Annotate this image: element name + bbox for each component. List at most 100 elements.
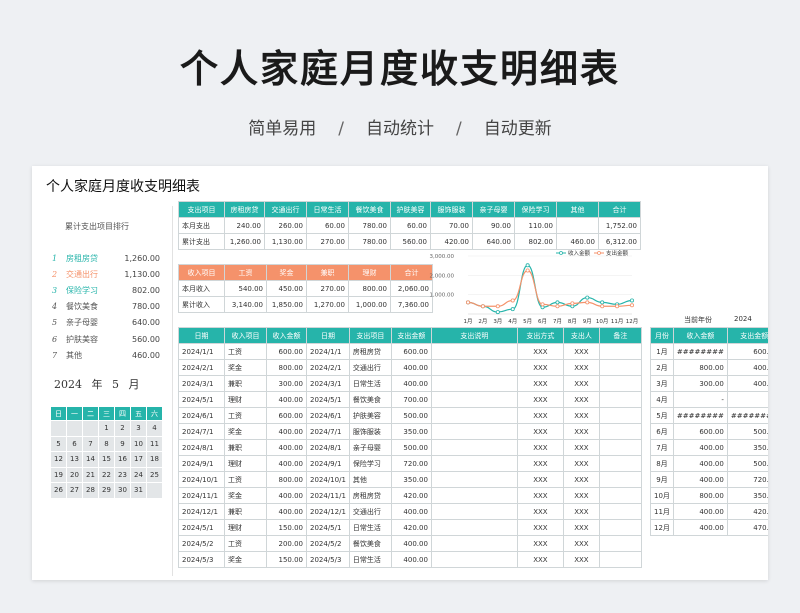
table-row: 2024/12/1 兼职 400.00 2024/12/1 交通出行 400.00 XXX X…: [178, 503, 642, 520]
column-header: 收入金额: [266, 327, 307, 344]
table-cell: 500.00: [390, 439, 432, 456]
table-cell: 2024/11/1: [178, 487, 225, 504]
calendar-weekday: 二: [82, 406, 99, 421]
ranking-number: 4: [52, 302, 58, 312]
table-cell: XXX: [562, 471, 600, 488]
table-cell: 400.00: [266, 455, 307, 472]
table-cell: 70.00: [430, 217, 473, 234]
table-cell: 500.00: [390, 407, 432, 424]
table-cell: 2024/5/2: [178, 535, 225, 552]
table-cell: 400.00: [266, 423, 307, 440]
table-cell: 600.00: [266, 343, 307, 360]
calendar-day: 15: [98, 451, 115, 468]
calendar-month-unit: 月: [128, 378, 140, 391]
ranking-label: 交通出行: [66, 269, 98, 279]
table-header-row: 收入项目 工资 奖金 兼职 理财 合计: [178, 264, 433, 281]
table-cell: [430, 519, 518, 536]
data-point: [629, 298, 634, 303]
table-cell: 2024/12/1: [306, 503, 350, 520]
table-cell: XXX: [516, 519, 564, 536]
series-line-expense: [467, 269, 633, 307]
calendar-day: 25: [146, 466, 163, 483]
calendar-weekday-row: 日一二三四五六: [50, 406, 163, 421]
table-row: 3月300.00400.00: [650, 375, 768, 392]
ranking-row: 3 保险学习 802.00: [52, 282, 160, 298]
table-cell: ########: [726, 407, 768, 424]
table-cell: XXX: [516, 375, 564, 392]
table-cell: 270.00: [306, 280, 349, 297]
column-header: 支出金额: [726, 327, 768, 344]
table-cell: 400.00: [726, 359, 768, 376]
table-cell: [598, 471, 642, 488]
table-cell: XXX: [516, 455, 564, 472]
table-cell: 2024/2/1: [306, 359, 350, 376]
table-cell: [598, 375, 642, 392]
column-header: 收入项目: [224, 327, 267, 344]
table-row: 2024/6/1 工资 600.00 2024/6/1 护肤美容 500.00 XXX XXX: [178, 407, 642, 424]
data-point: [540, 302, 545, 307]
column-header: 亲子母婴: [472, 201, 515, 218]
data-point: [525, 263, 530, 268]
table-cell: 110.00: [514, 217, 557, 234]
calendar-day: 27: [66, 482, 83, 499]
calendar-day: 12: [50, 451, 67, 468]
table-cell: XXX: [516, 423, 564, 440]
table-row: 8月400.00500.00: [650, 455, 768, 472]
table-cell: XXX: [562, 551, 600, 568]
table-cell: 540.00: [224, 280, 267, 297]
table-cell: 1月: [650, 343, 674, 360]
table-cell: 兼职: [224, 375, 267, 392]
table-cell: [430, 439, 518, 456]
table-row: 2024/5/1 理财 400.00 2024/5/1 餐饮美食 700.00 XXX XXX: [178, 391, 642, 408]
calendar-day: 29: [98, 482, 115, 499]
calendar-day: 23: [114, 466, 131, 483]
table-cell: 日常生活: [348, 375, 392, 392]
monthly-summary-table: 月份收入金额支出金额1月########600.002月800.00400.00…: [650, 327, 768, 536]
table-cell: 交通出行: [348, 359, 392, 376]
table-cell: 800.00: [266, 471, 307, 488]
table-cell: 60.00: [390, 217, 431, 234]
ranking-number: 1: [52, 253, 58, 263]
calendar-day: 21: [82, 466, 99, 483]
table-cell: 10月: [650, 487, 674, 504]
table-cell: 270.00: [306, 233, 349, 250]
ranking-row: 7 其他 460.00: [52, 347, 160, 363]
table-cell: -: [726, 391, 768, 408]
data-point: [510, 307, 515, 312]
table-row: 5月################: [650, 407, 768, 424]
table-cell: [430, 455, 518, 472]
x-tick-label: 5月: [523, 318, 532, 325]
table-cell: 护肤美容: [348, 407, 392, 424]
legend-label: 收入金额: [568, 249, 591, 257]
table-cell: 8月: [650, 455, 674, 472]
hero-tags: 简单易用 / 自动统计 / 自动更新: [0, 114, 800, 139]
x-tick-label: 12月: [626, 318, 638, 325]
table-row: 2024/5/2 工资 200.00 2024/5/2 餐饮美食 400.00 XXX XXX: [178, 535, 642, 552]
calendar-day: 14: [82, 451, 99, 468]
y-tick-label: 2,000.00: [430, 273, 455, 279]
current-year-value: 2024: [734, 315, 752, 323]
table-cell: XXX: [516, 535, 564, 552]
table-row: 11月400.00420.00: [650, 503, 768, 520]
table-cell: XXX: [562, 503, 600, 520]
table-cell: 720.00: [390, 455, 432, 472]
table-cell: [430, 407, 518, 424]
table-cell: 4月: [650, 391, 674, 408]
table-cell: 400.00: [390, 535, 432, 552]
data-point: [629, 303, 634, 308]
x-tick-label: 8月: [568, 318, 577, 325]
calendar-day: [50, 420, 67, 437]
ranking-row: 1 房租房贷 1,260.00: [52, 250, 160, 266]
column-header: 支出项目: [178, 201, 225, 218]
panel-divider: [172, 206, 173, 576]
table-cell: 2024/8/1: [306, 439, 350, 456]
tag-separator: /: [456, 119, 462, 139]
table-cell: 350.00: [390, 471, 432, 488]
table-cell: 1,260.00: [224, 233, 265, 250]
calendar-day: 2: [114, 420, 131, 437]
table-cell: 5月: [650, 407, 674, 424]
table-cell: 780.00: [348, 233, 391, 250]
table-cell: 800.00: [672, 487, 728, 504]
x-tick-label: 2月: [478, 318, 487, 325]
table-cell: 400.00: [672, 471, 728, 488]
